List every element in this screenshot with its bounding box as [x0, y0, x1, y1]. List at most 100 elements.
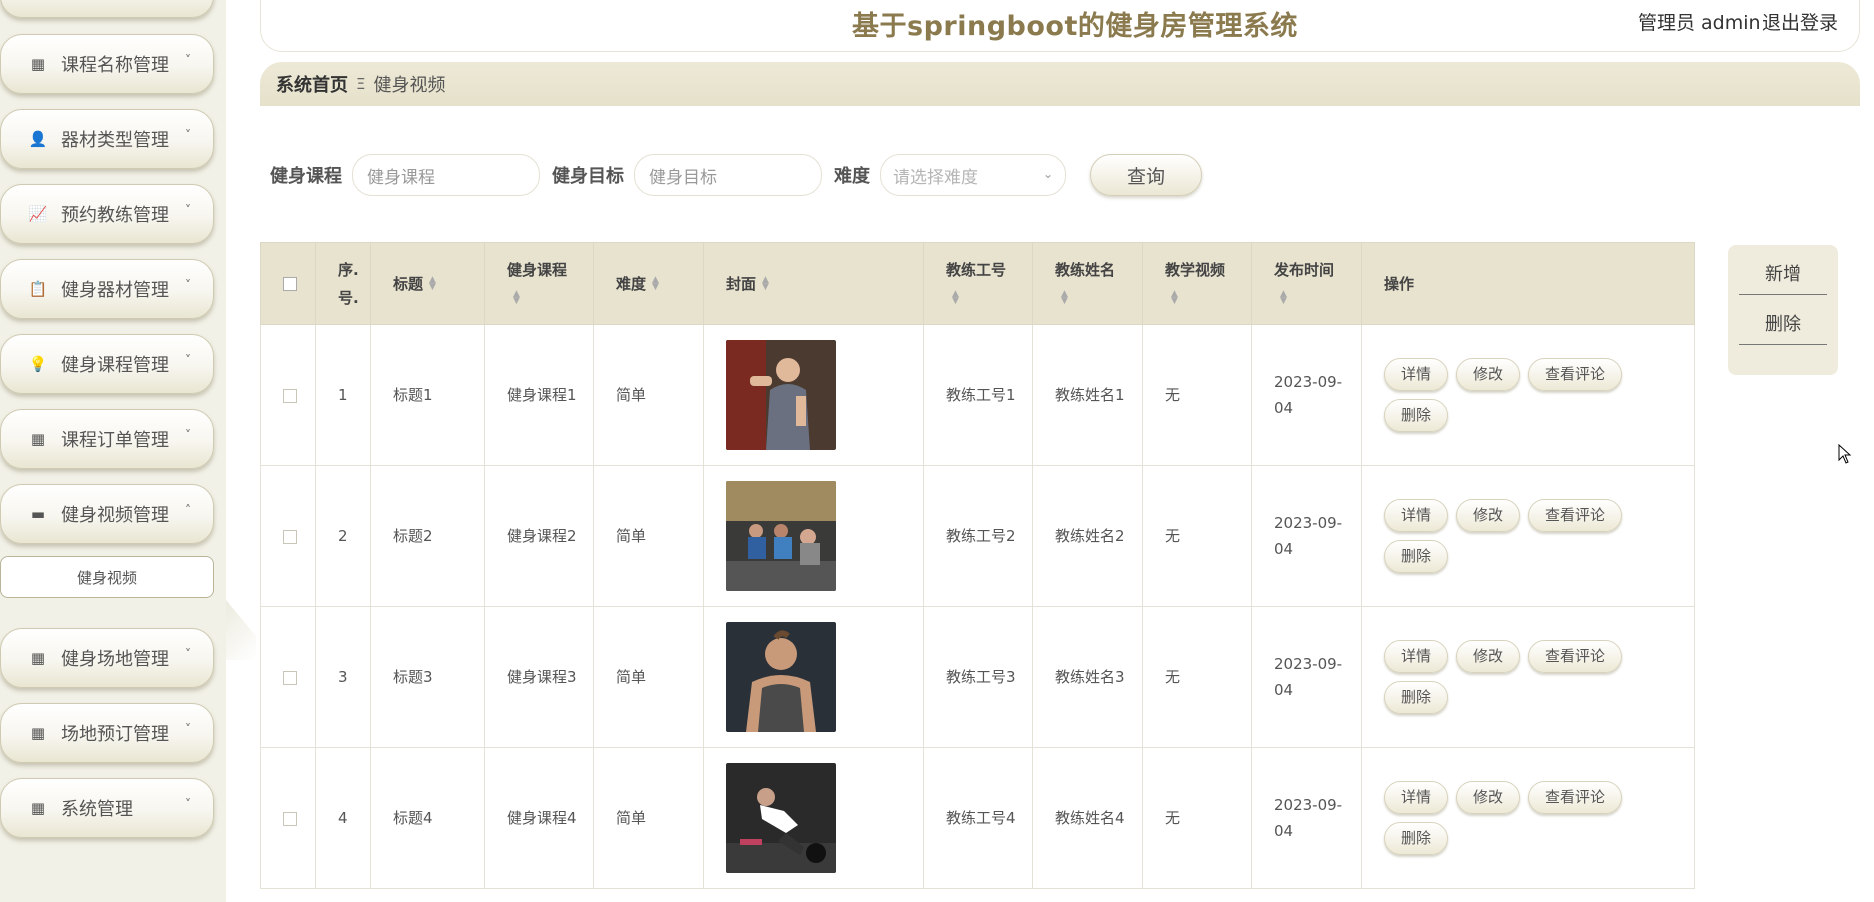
header-title[interactable]: 标题 ▲ ▼	[370, 242, 485, 325]
header-publish-time-label: 发布时间	[1274, 260, 1335, 279]
detail-button[interactable]: 详情	[1384, 640, 1449, 673]
sidebar-item-course-order[interactable]: ▦ 课程订单管理 ˅	[0, 409, 214, 469]
select-all-checkbox[interactable]	[283, 277, 297, 291]
cell-video: 无	[1142, 324, 1252, 466]
row-checkbox[interactable]	[283, 388, 297, 403]
difficulty-select[interactable]: 请选择难度 ⌄	[880, 154, 1066, 196]
header-publish-time[interactable]: 发布时间 ▲ ▼	[1251, 242, 1362, 325]
detail-button[interactable]: 详情	[1384, 499, 1449, 532]
header-cover[interactable]: 封面 ▲ ▼	[703, 242, 924, 325]
sort-icon[interactable]: ▲ ▼	[762, 276, 769, 292]
delete-button[interactable]: 删除	[1384, 822, 1449, 855]
view-comments-button[interactable]: 查看评论	[1528, 640, 1623, 673]
sort-icon[interactable]: ▲ ▼	[513, 290, 520, 306]
delete-button[interactable]: 删除	[1384, 399, 1449, 432]
header-difficulty[interactable]: 难度 ▲ ▼	[593, 242, 704, 325]
row-select-cell	[260, 324, 316, 466]
row-checkbox[interactable]	[283, 811, 297, 826]
box-icon: ▬	[30, 505, 46, 523]
logout-link[interactable]: 退出登录	[1762, 8, 1838, 35]
sidebar-subitem-video[interactable]: 健身视频	[0, 556, 214, 598]
cell-publish-time-text: 2023-09-04	[1274, 796, 1343, 840]
chart-icon: 📈	[28, 205, 48, 223]
sidebar-item-venue-booking[interactable]: ▦ 场地预订管理 ˅	[0, 703, 214, 763]
sidebar-item-equipment-type[interactable]: 👤 器材类型管理 ˅	[0, 109, 214, 169]
sort-icon[interactable]: ▲ ▼	[1280, 290, 1287, 306]
cell-cover	[703, 324, 924, 466]
detail-button[interactable]: 详情	[1384, 358, 1449, 391]
sidebar-item-course-name[interactable]: ▦ 课程名称管理 ˅	[0, 34, 214, 94]
header-coach-id[interactable]: 教练工号 ▲ ▼	[923, 242, 1033, 325]
sidebar-item-course[interactable]: 💡 健身课程管理 ˅	[0, 334, 214, 394]
edit-button[interactable]: 修改	[1456, 781, 1521, 814]
cell-coach-id: 教练工号1	[923, 324, 1033, 466]
batch-delete-button[interactable]: 删除	[1739, 307, 1827, 345]
sidebar-item-system[interactable]: ▦ 系统管理 ˅	[0, 778, 214, 838]
sort-icon[interactable]: ▲ ▼	[1171, 290, 1178, 306]
edit-button[interactable]: 修改	[1456, 499, 1521, 532]
table-header-row: 序.号. 标题 ▲ ▼ 健身课程 ▲ ▼ 难度 ▲ ▼ 封面 ▲ ▼ 教练工号 ▲ ▼ 教练姓名 ▲ ▼…	[260, 242, 1695, 325]
cell-difficulty: 简单	[593, 606, 704, 748]
view-comments-button[interactable]: 查看评论	[1528, 781, 1623, 814]
sidebar-item-video[interactable]: ▬ 健身视频管理 ˄	[0, 484, 214, 544]
cell-video-text: 无	[1165, 809, 1181, 827]
cell-video-text: 无	[1165, 386, 1181, 404]
cover-image	[726, 340, 836, 450]
cell-publish-time-text: 2023-09-04	[1274, 373, 1343, 417]
delete-button[interactable]: 删除	[1384, 540, 1449, 573]
cell-course: 健身课程1	[484, 324, 594, 466]
row-checkbox[interactable]	[283, 670, 297, 685]
cell-ops: 详情 修改 查看评论删除	[1361, 465, 1695, 607]
mouse-cursor-icon	[1838, 444, 1852, 464]
cell-cover	[703, 747, 924, 889]
grid-icon: ▦	[30, 649, 46, 667]
view-comments-button[interactable]: 查看评论	[1528, 358, 1623, 391]
sidebar-item-top[interactable]	[0, 0, 214, 18]
goal-filter-input[interactable]: 健身目标	[634, 154, 822, 196]
breadcrumb-home[interactable]: 系统首页	[276, 71, 348, 97]
cell-course-text: 健身课程2	[507, 527, 577, 545]
edit-button[interactable]: 修改	[1456, 358, 1521, 391]
cell-difficulty-text: 简单	[616, 668, 647, 686]
cell-video: 无	[1142, 747, 1252, 889]
sort-icon[interactable]: ▲ ▼	[952, 290, 959, 306]
sidebar-item-venue[interactable]: ▦ 健身场地管理 ˅	[0, 628, 214, 688]
table-row: 1 标题1 健身课程1 简单 教练工号1 教练姓名1 无 2023-09-04 …	[260, 324, 1695, 466]
bulb-icon: 💡	[28, 355, 48, 373]
chevron-down-icon: ˅	[185, 722, 191, 736]
delete-button[interactable]: 删除	[1384, 681, 1449, 714]
sort-icon[interactable]: ▲ ▼	[652, 276, 659, 292]
cell-difficulty-text: 简单	[616, 809, 647, 827]
query-button[interactable]: 查询	[1090, 154, 1202, 196]
view-comments-button[interactable]: 查看评论	[1528, 499, 1623, 532]
cell-coach-id: 教练工号3	[923, 606, 1033, 748]
edit-button[interactable]: 修改	[1456, 640, 1521, 673]
row-select-cell	[260, 465, 316, 607]
header-cover-label: 封面	[726, 274, 757, 293]
cell-title-text: 标题4	[393, 809, 433, 827]
chevron-down-icon: ˅	[185, 53, 191, 67]
header-coach-name[interactable]: 教练姓名 ▲ ▼	[1032, 242, 1143, 325]
course-filter-input[interactable]: 健身课程	[352, 154, 540, 196]
header-ops: 操作	[1361, 242, 1695, 325]
header-course[interactable]: 健身课程 ▲ ▼	[484, 242, 594, 325]
cell-title-text: 标题1	[393, 386, 433, 404]
cell-video-text: 无	[1165, 668, 1181, 686]
cell-course: 健身课程3	[484, 606, 594, 748]
add-button[interactable]: 新增	[1739, 257, 1827, 295]
chevron-down-icon: ⌄	[1042, 167, 1053, 181]
sort-icon[interactable]: ▲ ▼	[429, 276, 436, 292]
cell-coach-id: 教练工号4	[923, 747, 1033, 889]
sidebar-item-equipment[interactable]: 📋 健身器材管理 ˅	[0, 259, 214, 319]
cell-index: 1	[315, 324, 371, 466]
table-row: 4 标题4 健身课程4 简单 教练工号4 教练姓名4 无 2023-09-04 …	[260, 747, 1695, 889]
header-video[interactable]: 教学视频 ▲ ▼	[1142, 242, 1252, 325]
cell-coach-id-text: 教练工号4	[946, 809, 1016, 827]
detail-button[interactable]: 详情	[1384, 781, 1449, 814]
sidebar-item-coach-booking[interactable]: 📈 预约教练管理 ˅	[0, 184, 214, 244]
row-checkbox[interactable]	[283, 529, 297, 544]
cell-coach-id: 教练工号2	[923, 465, 1033, 607]
cell-index-text: 2	[338, 527, 348, 545]
sort-icon[interactable]: ▲ ▼	[1061, 290, 1068, 306]
cell-title-text: 标题3	[393, 668, 433, 686]
